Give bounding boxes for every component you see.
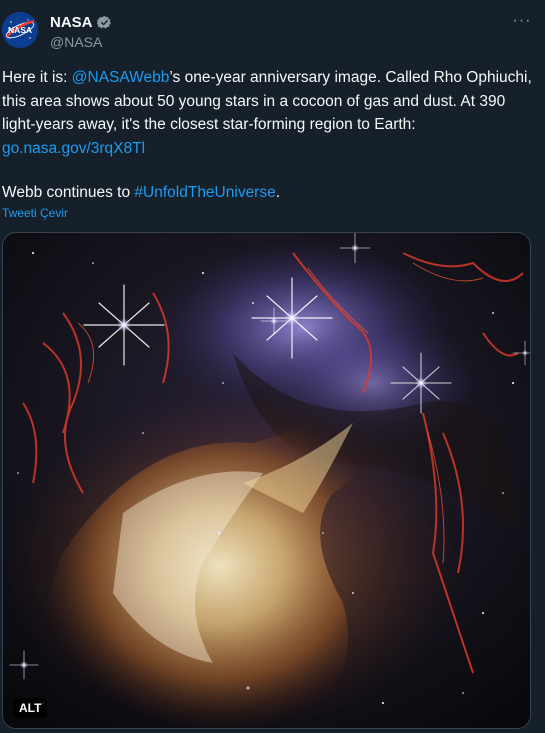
hashtag-link[interactable]: #UnfoldTheUniverse (134, 184, 275, 201)
tweet: NASA NASA @NASA ··· Here it is: @NASAWeb… (0, 0, 545, 733)
tweet-image[interactable]: ALT (2, 232, 531, 729)
tweet-paragraph-2: Webb continues to #UnfoldTheUniverse. (2, 181, 532, 205)
translate-tweet-link[interactable]: Tweeti Çevir (2, 206, 68, 220)
display-name[interactable]: NASA (50, 14, 93, 31)
user-handle[interactable]: @NASA (50, 34, 102, 50)
avatar[interactable]: NASA (2, 12, 38, 48)
name-row: NASA (50, 14, 112, 31)
text-segment: Here it is: (2, 69, 72, 86)
text-segment: Webb continues to (2, 184, 135, 201)
rho-ophiuchi-image (3, 233, 530, 728)
tweet-text: Here it is: @NASAWebb’s one-year anniver… (2, 66, 532, 205)
url-link[interactable]: go.nasa.gov/3rqX8Tl (2, 140, 145, 157)
avatar-text: NASA (8, 25, 32, 35)
nasa-logo-icon: NASA (2, 12, 38, 48)
verified-badge-icon (96, 15, 112, 30)
tweet-header: NASA NASA @NASA ··· (0, 10, 545, 56)
alt-text-badge[interactable]: ALT (13, 698, 48, 718)
text-segment: . (275, 184, 281, 201)
mention-link[interactable]: @NASAWebb (72, 69, 170, 86)
more-options-button[interactable]: ··· (509, 12, 535, 34)
tweet-paragraph-1: Here it is: @NASAWebb’s one-year anniver… (2, 66, 532, 160)
